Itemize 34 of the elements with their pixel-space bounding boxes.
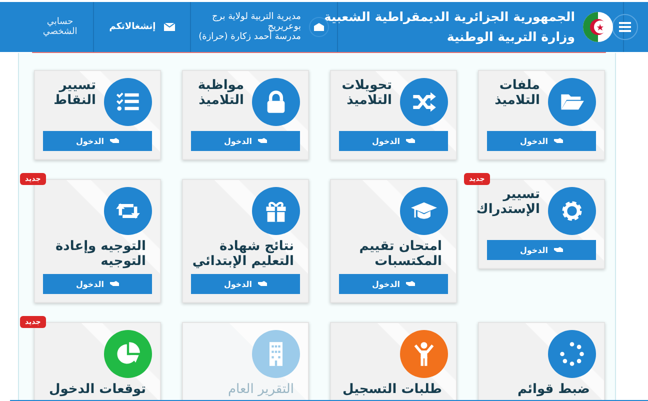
hand-icon: [258, 138, 268, 144]
card-title: امتحان تقييم المكتسبات: [358, 239, 443, 269]
enter-button[interactable]: الدخول: [339, 131, 448, 151]
hand-icon: [406, 281, 416, 287]
card-title: تحويلات التلاميذ: [342, 78, 392, 108]
hand-icon: [406, 138, 416, 144]
card-title: ملفات التلاميذ: [494, 78, 540, 108]
account-link[interactable]: حسابي الشخصي: [42, 17, 78, 37]
card-title: التوجيه وإعادة التوجيه: [54, 239, 147, 269]
card-title: مواظبة التلاميذ: [198, 78, 244, 108]
card-title: تسيير النقاط: [54, 78, 96, 108]
hand-icon: [110, 281, 120, 287]
card-title: نتائج شهادة التعليم الإبتدائي: [191, 239, 295, 269]
flag-icon: [583, 12, 613, 42]
card-title: تسيير الإستدراك: [476, 187, 540, 217]
hand-icon: [258, 281, 268, 287]
enter-button[interactable]: الدخول: [339, 274, 448, 294]
envelope-icon: [164, 23, 175, 31]
card-title: طلبات التسجيل: [342, 382, 443, 397]
card-title: توقعات الدخول: [48, 382, 147, 397]
card-title: ضبط قوائم: [516, 382, 591, 397]
school-name: مديرية التربية لولاية برج بوعريريج مدرسة أحمد زكارة (حرازة): [198, 12, 301, 42]
card-title: التقرير العام: [226, 382, 295, 397]
ministry-title: الجمهورية الجزائرية الديمقراطية الشعبية وزارة التربية الوطنية: [324, 8, 575, 46]
enter-button[interactable]: الدخول: [487, 240, 596, 260]
enter-button[interactable]: الدخول: [487, 131, 596, 151]
hand-icon: [110, 138, 120, 144]
enter-button[interactable]: الدخول: [191, 274, 300, 294]
enter-button[interactable]: الدخول: [43, 131, 152, 151]
hand-icon: [554, 138, 564, 144]
enter-button[interactable]: الدخول: [191, 131, 300, 151]
messages-link[interactable]: إنشغالاتكم: [109, 22, 156, 32]
hand-icon: [554, 247, 564, 253]
enter-button[interactable]: الدخول: [43, 274, 152, 294]
